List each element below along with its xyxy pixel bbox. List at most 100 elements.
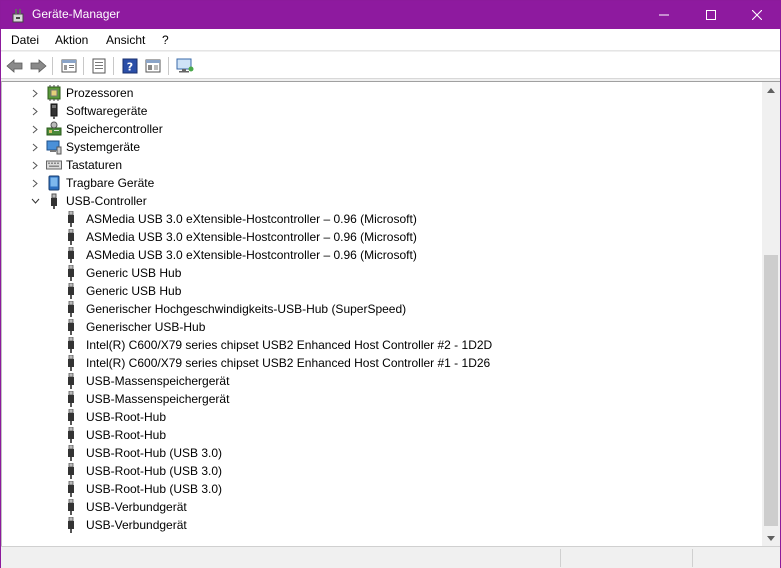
tree-category-processors[interactable]: Prozessoren	[2, 84, 762, 102]
processor-icon	[47, 85, 61, 101]
tree-category-label: Softwaregeräte	[66, 104, 148, 118]
usb-device-item[interactable]: Intel(R) C600/X79 series chipset USB2 En…	[2, 354, 762, 372]
menu-bar: Datei Aktion Ansicht ?	[1, 29, 780, 51]
usb-device-label: USB-Root-Hub (USB 3.0)	[86, 446, 223, 460]
toolbar-separator	[113, 57, 114, 75]
usb-device-item[interactable]: ASMedia USB 3.0 eXtensible-Hostcontrolle…	[2, 210, 762, 228]
keyboard-icon	[46, 160, 62, 170]
title-bar[interactable]: Geräte-Manager	[1, 1, 780, 29]
help-button[interactable]: ?	[120, 56, 140, 76]
usb-device-icon	[68, 463, 74, 479]
expand-chevron-icon[interactable]	[29, 174, 41, 192]
forward-button[interactable]	[28, 56, 48, 76]
usb-device-label: Generischer Hochgeschwindigkeits-USB-Hub…	[86, 302, 407, 316]
help-icon: ?	[122, 58, 138, 74]
scroll-up-button[interactable]	[762, 82, 780, 99]
tree-category-usb-controllers[interactable]: USB-Controller	[2, 192, 762, 210]
status-pane	[692, 549, 780, 567]
portable-device-icon	[48, 175, 60, 191]
usb-device-icon	[68, 373, 74, 389]
forward-arrow-icon	[30, 59, 47, 73]
usb-device-item[interactable]: Generischer USB-Hub	[2, 318, 762, 336]
usb-device-list: ASMedia USB 3.0 eXtensible-Hostcontrolle…	[2, 210, 762, 534]
usb-device-label: ASMedia USB 3.0 eXtensible-Hostcontrolle…	[86, 248, 417, 262]
usb-device-item[interactable]: Generic USB Hub	[2, 282, 762, 300]
usb-device-item[interactable]: USB-Root-Hub (USB 3.0)	[2, 462, 762, 480]
tree-category-storage-controllers[interactable]: Speichercontroller	[2, 120, 762, 138]
usb-device-icon	[68, 355, 74, 371]
status-pane	[560, 549, 692, 567]
usb-device-item[interactable]: USB-Root-Hub	[2, 408, 762, 426]
usb-device-item[interactable]: ASMedia USB 3.0 eXtensible-Hostcontrolle…	[2, 228, 762, 246]
back-arrow-icon	[6, 59, 23, 73]
close-button[interactable]	[734, 1, 780, 29]
expand-chevron-icon[interactable]	[29, 84, 41, 102]
menu-ansicht[interactable]: Ansicht	[106, 33, 145, 47]
usb-device-icon	[68, 229, 74, 245]
scan-hardware-button[interactable]	[175, 56, 195, 76]
usb-device-icon	[68, 247, 74, 263]
scrollbar-thumb[interactable]	[764, 255, 778, 526]
tree-category-software-devices[interactable]: Softwaregeräte	[2, 102, 762, 120]
expand-chevron-icon[interactable]	[29, 120, 41, 138]
expand-chevron-icon[interactable]	[29, 138, 41, 156]
usb-device-icon	[68, 319, 74, 335]
usb-device-icon	[68, 337, 74, 353]
back-button[interactable]	[5, 56, 25, 76]
usb-device-label: USB-Massenspeichergerät	[86, 392, 230, 406]
usb-device-item[interactable]: Intel(R) C600/X79 series chipset USB2 En…	[2, 336, 762, 354]
tree-category-label: Systemgeräte	[66, 140, 141, 154]
tree-category-system-devices[interactable]: Systemgeräte	[2, 138, 762, 156]
collapse-chevron-icon[interactable]	[29, 192, 41, 210]
view-icon	[145, 59, 161, 73]
usb-device-label: ASMedia USB 3.0 eXtensible-Hostcontrolle…	[86, 230, 417, 244]
usb-device-item[interactable]: USB-Verbundgerät	[2, 498, 762, 516]
usb-device-item[interactable]: USB-Root-Hub (USB 3.0)	[2, 480, 762, 498]
usb-device-label: USB-Root-Hub (USB 3.0)	[86, 464, 223, 478]
device-tree: Prozessoren Softwaregeräte Speichercontr…	[2, 84, 762, 534]
maximize-button[interactable]	[688, 1, 734, 29]
usb-device-icon	[68, 517, 74, 533]
usb-device-item[interactable]: USB-Massenspeichergerät	[2, 372, 762, 390]
minimize-button[interactable]	[641, 1, 687, 29]
tree-category-portable-devices[interactable]: Tragbare Geräte	[2, 174, 762, 192]
usb-device-item[interactable]: USB-Root-Hub	[2, 426, 762, 444]
scroll-up-arrow-icon	[767, 88, 775, 93]
view-button[interactable]	[143, 56, 163, 76]
toolbar-separator	[168, 57, 169, 75]
usb-device-label: USB-Root-Hub	[86, 428, 167, 442]
system-device-icon	[46, 140, 62, 155]
menu-help[interactable]: ?	[162, 33, 169, 47]
tree-category-keyboards[interactable]: Tastaturen	[2, 156, 762, 174]
tree-category-label: Tragbare Geräte	[66, 176, 155, 190]
usb-device-item[interactable]: USB-Massenspeichergerät	[2, 390, 762, 408]
tree-category-label: Speichercontroller	[66, 122, 163, 136]
update-driver-icon	[92, 58, 106, 74]
usb-device-icon	[68, 445, 74, 461]
usb-device-item[interactable]: USB-Root-Hub (USB 3.0)	[2, 444, 762, 462]
expand-chevron-icon[interactable]	[29, 102, 41, 120]
usb-device-item[interactable]: USB-Verbundgerät	[2, 516, 762, 534]
scroll-down-button[interactable]	[762, 530, 780, 546]
usb-device-item[interactable]: ASMedia USB 3.0 eXtensible-Hostcontrolle…	[2, 246, 762, 264]
window-title: Geräte-Manager	[32, 7, 121, 21]
menu-aktion[interactable]: Aktion	[55, 33, 88, 47]
update-driver-button[interactable]	[89, 56, 109, 76]
toolbar-separator	[52, 57, 53, 75]
usb-device-icon	[68, 211, 74, 227]
usb-device-label: USB-Massenspeichergerät	[86, 374, 230, 388]
expand-chevron-icon[interactable]	[29, 156, 41, 174]
usb-device-item[interactable]: Generic USB Hub	[2, 264, 762, 282]
usb-device-icon	[68, 499, 74, 515]
usb-device-label: Generischer USB-Hub	[86, 320, 206, 334]
vertical-scrollbar[interactable]	[762, 82, 780, 546]
minimize-icon	[659, 14, 669, 16]
usb-device-item[interactable]: Generischer Hochgeschwindigkeits-USB-Hub…	[2, 300, 762, 318]
menu-datei[interactable]: Datei	[11, 33, 39, 47]
usb-device-label: Intel(R) C600/X79 series chipset USB2 En…	[86, 356, 491, 370]
usb-device-icon	[68, 409, 74, 425]
properties-button[interactable]	[59, 56, 79, 76]
device-manager-window: Geräte-Manager Datei Aktion Ansicht ? ? …	[0, 0, 781, 568]
tree-category-label: USB-Controller	[66, 194, 147, 208]
device-tree-panel: Prozessoren Softwaregeräte Speichercontr…	[1, 81, 780, 546]
